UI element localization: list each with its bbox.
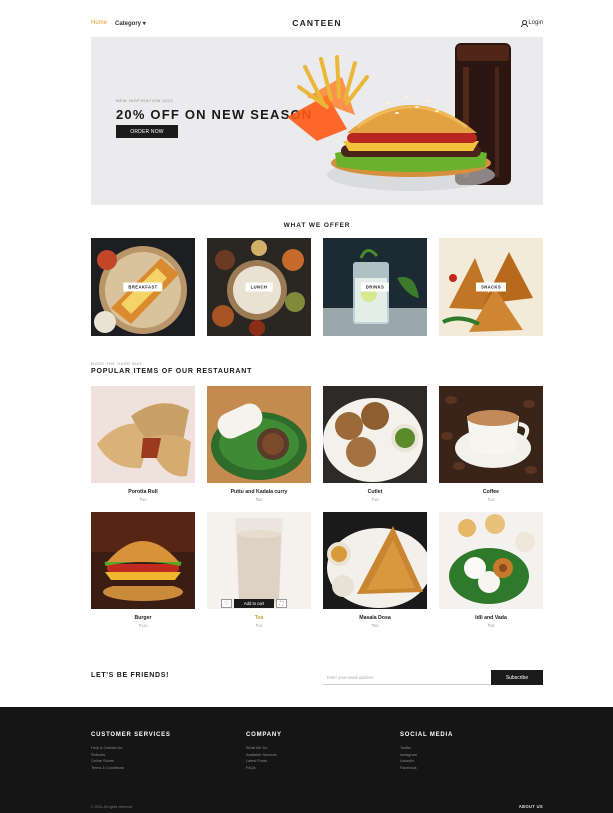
- product-card[interactable]: Burger ₹110: [91, 512, 195, 631]
- order-now-button[interactable]: ORDER NOW: [116, 125, 178, 138]
- product-price: ₹45: [487, 623, 495, 628]
- user-icon: [521, 20, 529, 27]
- footer-customer-services: CUSTOMER SERVICES Help & Contact Us Refu…: [91, 732, 171, 771]
- login-label: Login: [528, 20, 543, 26]
- product-name[interactable]: Porotta Roll: [91, 489, 195, 495]
- masala-dosa-image: [323, 512, 427, 609]
- login-link[interactable]: Login: [521, 20, 543, 27]
- product-price: ₹65: [371, 623, 379, 628]
- puttu-image: [207, 386, 311, 483]
- product-card[interactable]: Idli and Vada ₹45: [439, 512, 543, 631]
- category-cards: BREAKFAST LUNCH DRINKS SNACKS: [91, 238, 543, 336]
- copyright-text: © 2021 All rights reserved: [91, 805, 133, 809]
- footer-link[interactable]: FAQs: [246, 765, 282, 772]
- popular-eyebrow: MADE THE HARD WAY: [91, 361, 143, 366]
- product-hover-actions: ♡ Add to cart ⛶: [221, 599, 287, 608]
- product-name[interactable]: Puttu and Kadala curry: [207, 489, 311, 495]
- newsletter-heading: LET'S BE FRIENDS!: [91, 672, 170, 679]
- wishlist-heart-icon[interactable]: ♡: [221, 599, 232, 608]
- category-label: SNACKS: [475, 282, 507, 292]
- product-grid: Porotta Roll ₹40 Puttu and Kadala curry …: [91, 386, 543, 631]
- product-price: ₹10: [487, 497, 495, 502]
- cutlet-image: [323, 386, 427, 483]
- product-price: ₹110: [138, 623, 148, 628]
- product-price: ₹40: [139, 497, 147, 502]
- hero-headline: 20% OFF ON NEW SEASON: [116, 107, 313, 122]
- nav-home-link[interactable]: Home: [91, 20, 107, 26]
- idli-vada-image: [439, 512, 543, 609]
- product-price: ₹15: [371, 497, 379, 502]
- category-card-lunch[interactable]: LUNCH: [207, 238, 311, 336]
- product-card[interactable]: Cutlet ₹15: [323, 386, 427, 505]
- burger-image: [91, 512, 195, 609]
- footer-link[interactable]: Facebook: [400, 765, 453, 772]
- tea-image: [207, 512, 311, 609]
- product-card[interactable]: Porotta Roll ₹40: [91, 386, 195, 505]
- product-card[interactable]: Coffee ₹10: [439, 386, 543, 505]
- footer-column-title: COMPANY: [246, 732, 282, 738]
- product-name[interactable]: Coffee: [439, 489, 543, 495]
- footer-social-media: SOCIAL MEDIA Twitter Instagram LinkedIn …: [400, 732, 453, 771]
- hero-burger-image: [287, 43, 511, 191]
- product-name[interactable]: Burger: [91, 615, 195, 621]
- product-price: ₹50: [255, 497, 263, 502]
- hero-eyebrow: NEW INSPIRATION 2021: [116, 98, 174, 103]
- product-name[interactable]: Tea: [207, 615, 311, 621]
- site-footer: CUSTOMER SERVICES Help & Contact Us Refu…: [0, 707, 613, 813]
- newsletter-email-input[interactable]: [323, 670, 490, 685]
- subscribe-button[interactable]: Subscribe: [491, 670, 543, 685]
- nav-category-dropdown[interactable]: Category ▾: [115, 20, 146, 27]
- product-card[interactable]: Masala Dosa ₹65: [323, 512, 427, 631]
- category-card-drinks[interactable]: DRINKS: [323, 238, 427, 336]
- product-card-hovered[interactable]: ♡ Add to cart ⛶ Tea ₹10: [207, 512, 311, 631]
- product-card[interactable]: Puttu and Kadala curry ₹50: [207, 386, 311, 505]
- top-nav: Home Category ▾ CANTEEN Login: [91, 16, 543, 30]
- product-name[interactable]: Masala Dosa: [323, 615, 427, 621]
- porotta-roll-image: [91, 386, 195, 483]
- category-label: DRINKS: [360, 282, 390, 292]
- category-label: BREAKFAST: [123, 282, 163, 292]
- category-card-snacks[interactable]: SNACKS: [439, 238, 543, 336]
- add-to-cart-button[interactable]: Add to cart: [234, 599, 274, 608]
- footer-column-title: CUSTOMER SERVICES: [91, 732, 171, 738]
- category-card-breakfast[interactable]: BREAKFAST: [91, 238, 195, 336]
- expand-icon[interactable]: ⛶: [276, 599, 287, 608]
- product-name[interactable]: Cutlet: [323, 489, 427, 495]
- footer-about-link[interactable]: ABOUT US: [519, 804, 543, 809]
- footer-company: COMPANY What We Do Available Services La…: [246, 732, 282, 771]
- what-we-offer-heading: WHAT WE OFFER: [283, 222, 351, 229]
- brand-logo[interactable]: CANTEEN: [292, 18, 342, 28]
- hero-banner: NEW INSPIRATION 2021 20% OFF ON NEW SEAS…: [91, 37, 543, 205]
- footer-column-title: SOCIAL MEDIA: [400, 732, 454, 738]
- product-name[interactable]: Idli and Vada: [439, 615, 543, 621]
- product-price: ₹10: [255, 623, 263, 628]
- popular-heading: POPULAR ITEMS OF OUR RESTAURANT: [91, 368, 253, 375]
- category-label: LUNCH: [245, 282, 273, 292]
- footer-link[interactable]: Terms & Conditions: [91, 765, 171, 772]
- coffee-image: [439, 386, 543, 483]
